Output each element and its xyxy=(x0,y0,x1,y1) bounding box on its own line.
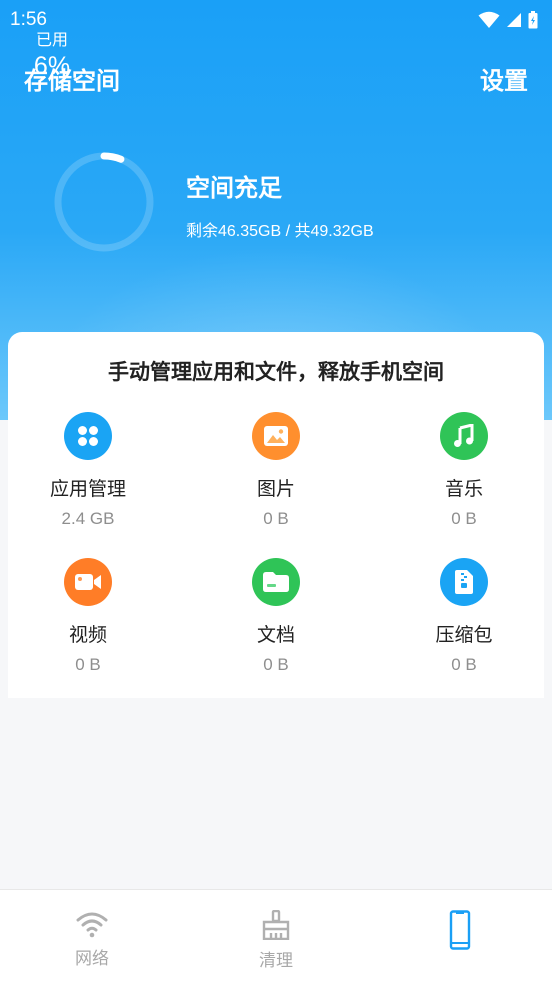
broom-icon xyxy=(262,910,290,940)
category-size: 0 B xyxy=(451,509,477,528)
music-icon xyxy=(440,412,488,460)
usage-ring-track xyxy=(54,152,154,252)
nav-item-storage[interactable] xyxy=(368,890,552,981)
cell-signal-icon xyxy=(507,13,521,27)
storage-status-detail: 剩余46.35GB / 共49.32GB xyxy=(186,223,374,240)
category-label: 应用管理 xyxy=(49,478,126,500)
category-size: 0 B xyxy=(75,655,101,674)
folder-icon xyxy=(252,558,300,606)
nav-label: 网络 xyxy=(75,949,109,969)
file-category-card: 手动管理应用和文件，释放手机空间 应用管理 2.4 GB 图片 0 B 音乐 0… xyxy=(8,332,544,698)
category-label: 文档 xyxy=(256,624,295,646)
category-music[interactable]: 音乐 0 B xyxy=(384,412,544,529)
category-archives[interactable]: 压缩包 0 B xyxy=(384,558,544,675)
storage-status: 空间充足 剩余46.35GB / 共49.32GB xyxy=(186,168,374,241)
category-label: 图片 xyxy=(256,478,295,500)
usage-ring xyxy=(54,152,154,252)
video-icon xyxy=(64,558,112,606)
category-label: 压缩包 xyxy=(435,624,493,646)
category-label: 视频 xyxy=(68,624,107,646)
category-apps[interactable]: 应用管理 2.4 GB xyxy=(8,412,168,529)
category-images[interactable]: 图片 0 B xyxy=(196,412,356,529)
status-icons xyxy=(478,11,538,29)
nav-item-network[interactable]: 网络 xyxy=(0,890,184,981)
category-video[interactable]: 视频 0 B xyxy=(8,558,168,675)
card-title: 手动管理应用和文件，释放手机空间 xyxy=(108,360,444,384)
category-size: 0 B xyxy=(263,655,289,674)
usage-ring-text: 已用 6% xyxy=(0,0,104,104)
wifi-signal-icon xyxy=(478,11,500,28)
zip-icon xyxy=(440,558,488,606)
category-size: 0 B xyxy=(451,655,477,674)
usage-label: 已用 xyxy=(35,29,68,49)
category-documents[interactable]: 文档 0 B xyxy=(196,558,356,675)
phone-icon xyxy=(449,910,471,950)
wifi-icon xyxy=(76,912,108,938)
storage-status-title: 空间充足 xyxy=(186,174,282,202)
category-size: 2.4 GB xyxy=(61,509,115,528)
bottom-nav: 网络 清理 xyxy=(0,889,552,981)
category-size: 0 B xyxy=(263,509,289,528)
usage-percent: 6% xyxy=(33,51,71,80)
image-icon xyxy=(252,412,300,460)
settings-button[interactable]: 设置 xyxy=(480,61,528,96)
apps-icon xyxy=(64,412,112,460)
category-label: 音乐 xyxy=(444,478,483,500)
battery-icon xyxy=(528,11,538,29)
nav-label: 清理 xyxy=(259,951,293,971)
nav-item-clean[interactable]: 清理 xyxy=(184,890,368,981)
